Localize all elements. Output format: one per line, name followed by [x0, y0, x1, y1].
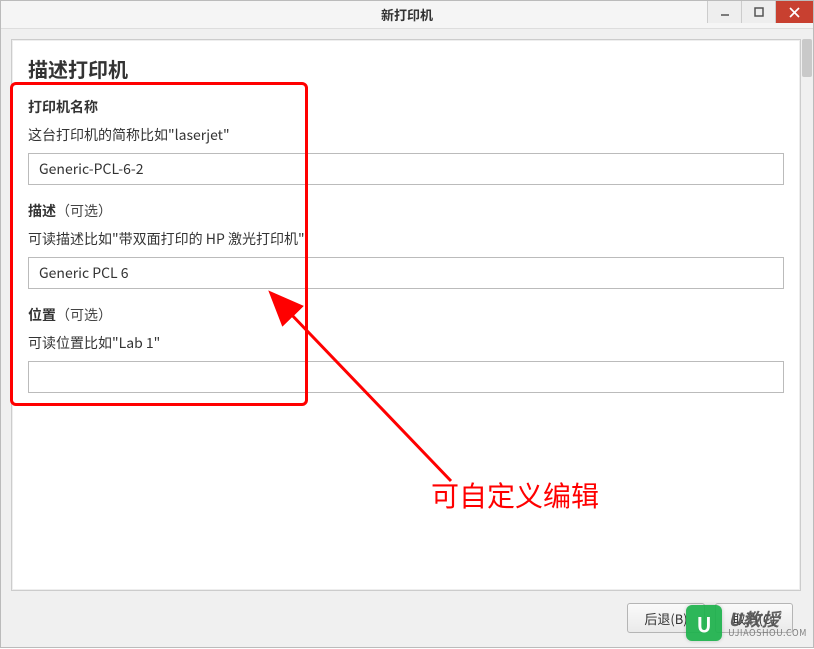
- page-heading: 描述打印机: [28, 54, 784, 83]
- location-optional: （可选）: [56, 305, 112, 325]
- content-area: 描述打印机 打印机名称 这台打印机的简称比如"laserjet" 描述（可选） …: [1, 29, 813, 647]
- field-location: 位置（可选） 可读位置比如"Lab 1": [28, 305, 784, 393]
- minimize-button[interactable]: [707, 1, 741, 23]
- description-input[interactable]: [28, 257, 784, 289]
- close-button[interactable]: [775, 1, 813, 23]
- maximize-icon: [754, 7, 764, 17]
- watermark-text: U教授 UJIAOSHOU.COM: [728, 610, 807, 637]
- scrollbar-track[interactable]: [802, 39, 812, 591]
- window-controls: [707, 1, 813, 29]
- printer-name-label: 打印机名称: [28, 97, 784, 117]
- scrollbar-thumb[interactable]: [802, 39, 812, 77]
- location-label: 位置（可选）: [28, 305, 784, 325]
- close-icon: [789, 7, 800, 18]
- location-hint: 可读位置比如"Lab 1": [28, 333, 784, 353]
- location-label-text: 位置: [28, 305, 56, 325]
- form-panel: 描述打印机 打印机名称 这台打印机的简称比如"laserjet" 描述（可选） …: [11, 39, 801, 591]
- description-optional: （可选）: [56, 201, 112, 221]
- minimize-icon: [720, 7, 730, 17]
- description-hint: 可读描述比如"带双面打印的 HP 激光打印机": [28, 229, 784, 249]
- maximize-button[interactable]: [741, 1, 775, 23]
- watermark-brand: U教授: [728, 610, 807, 628]
- titlebar: 新打印机: [1, 1, 813, 29]
- watermark: U U教授 UJIAOSHOU.COM: [686, 605, 807, 641]
- location-input[interactable]: [28, 361, 784, 393]
- printer-dialog-window: 新打印机 描述打印机 打印机名称 这台打印机的简称比如"laserjet": [0, 0, 814, 648]
- description-label: 描述（可选）: [28, 201, 784, 221]
- field-description: 描述（可选） 可读描述比如"带双面打印的 HP 激光打印机": [28, 201, 784, 289]
- printer-name-input[interactable]: [28, 153, 784, 185]
- printer-name-label-text: 打印机名称: [28, 97, 98, 117]
- button-bar: 后退(B) 取消(C): [11, 591, 801, 637]
- watermark-url: UJIAOSHOU.COM: [728, 628, 807, 637]
- field-printer-name: 打印机名称 这台打印机的简称比如"laserjet": [28, 97, 784, 185]
- printer-name-hint: 这台打印机的简称比如"laserjet": [28, 125, 784, 145]
- description-label-text: 描述: [28, 201, 56, 221]
- watermark-badge-icon: U: [686, 605, 722, 641]
- window-title: 新打印机: [381, 5, 433, 24]
